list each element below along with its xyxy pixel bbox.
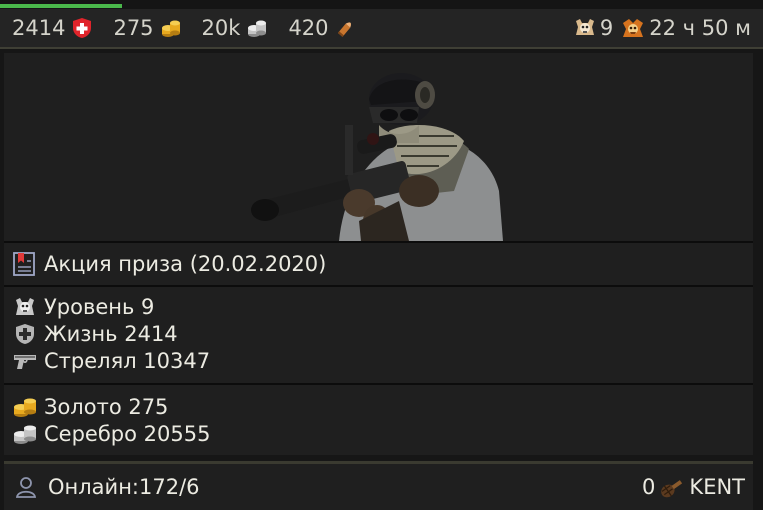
promo-row[interactable]: Акция приза (20.02.2020) <box>4 243 753 285</box>
progress-bar <box>0 0 763 9</box>
promo-label: Акция приза (20.02.2020) <box>44 252 327 276</box>
hero-panel <box>4 53 753 241</box>
grenade-count: 0 <box>642 475 656 499</box>
silver-stat[interactable]: 20k <box>202 16 269 40</box>
username[interactable]: KENT <box>689 475 745 499</box>
sniper-soldier-image <box>250 73 503 241</box>
user-icon <box>14 475 38 499</box>
silver-coins-icon <box>12 423 38 445</box>
pistol-icon <box>12 350 38 372</box>
life-row: Жизнь 2414 <box>12 320 753 347</box>
health-stat[interactable]: 2414 <box>12 16 93 40</box>
shield-cross-icon <box>12 323 38 345</box>
grenade-icon <box>657 475 683 499</box>
skull-emblem-icon <box>574 17 596 39</box>
gold-row: Золото 275 <box>12 393 753 420</box>
silver-row: Серебро 20555 <box>12 420 753 447</box>
money-panel: Золото 275 Серебро 20555 <box>4 385 753 455</box>
gold-value: 275 <box>113 16 154 40</box>
ammo-stat[interactable]: 420 <box>288 16 356 40</box>
bookmark-icon <box>12 251 36 277</box>
level-stat[interactable]: 9 <box>574 16 613 40</box>
red-cross-shield-icon <box>71 17 93 39</box>
top-status-bar: 2414 275 20k 420 9 22 ч 50 м <box>0 9 763 49</box>
gold-coins-icon <box>160 17 182 39</box>
shots-label: Стрелял 10347 <box>44 348 211 373</box>
ammo-value: 420 <box>288 16 329 40</box>
level-row: Уровень 9 <box>12 293 753 320</box>
silver-label: Серебро 20555 <box>44 421 211 446</box>
gold-coins-icon <box>12 396 38 418</box>
level-label: Уровень 9 <box>44 294 155 319</box>
timer-value: 22 ч 50 м <box>649 16 751 40</box>
health-value: 2414 <box>12 16 66 40</box>
bullet-icon <box>335 17 357 39</box>
timer-stat[interactable]: 22 ч 50 м <box>621 16 751 40</box>
online-counter[interactable]: Онлайн:172/6 <box>48 475 200 499</box>
silver-value: 20k <box>201 16 241 40</box>
life-label: Жизнь 2414 <box>44 321 178 346</box>
level-value: 9 <box>599 16 614 40</box>
gold-label: Золото 275 <box>44 394 169 419</box>
progress-fill <box>0 4 123 8</box>
silver-coins-icon <box>246 17 268 39</box>
shots-row: Стрелял 10347 <box>12 347 753 374</box>
skull-emblem-icon <box>12 296 38 318</box>
gold-stat[interactable]: 275 <box>113 16 181 40</box>
orange-skull-emblem-icon <box>621 17 645 39</box>
footer-bar: Онлайн:172/6 0 KENT <box>4 461 753 510</box>
stats-panel: Уровень 9 Жизнь 2414 Стрелял 10347 <box>4 287 753 383</box>
